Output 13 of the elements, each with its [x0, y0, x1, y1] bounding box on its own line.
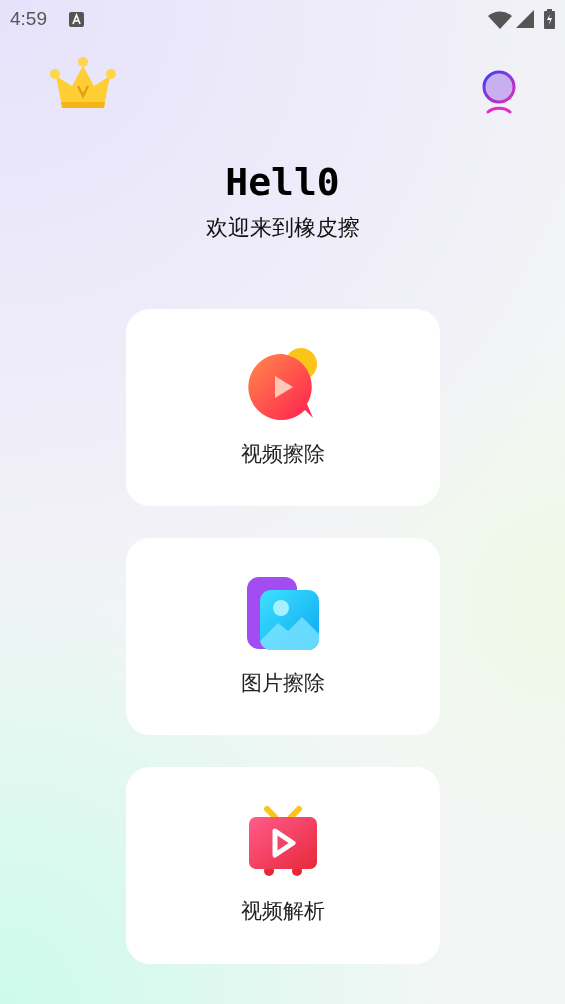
wifi-icon: [488, 9, 512, 29]
feature-card[interactable]: 视频擦除: [125, 309, 440, 506]
welcome-text: 欢迎来到橡皮擦: [205, 214, 360, 242]
feature-card[interactable]: 视频解析: [125, 767, 440, 964]
status-time: 4:59: [10, 6, 47, 31]
signal-icon: [516, 10, 534, 28]
profile-button[interactable]: [481, 70, 517, 114]
greeting-title: Hell0: [225, 160, 340, 204]
feature-card[interactable]: 图片擦除: [125, 538, 440, 735]
tv-play-icon: [246, 804, 319, 879]
battery-icon: [544, 9, 555, 29]
keyboard-notification-icon: [69, 11, 84, 27]
image-icon: [244, 574, 321, 651]
